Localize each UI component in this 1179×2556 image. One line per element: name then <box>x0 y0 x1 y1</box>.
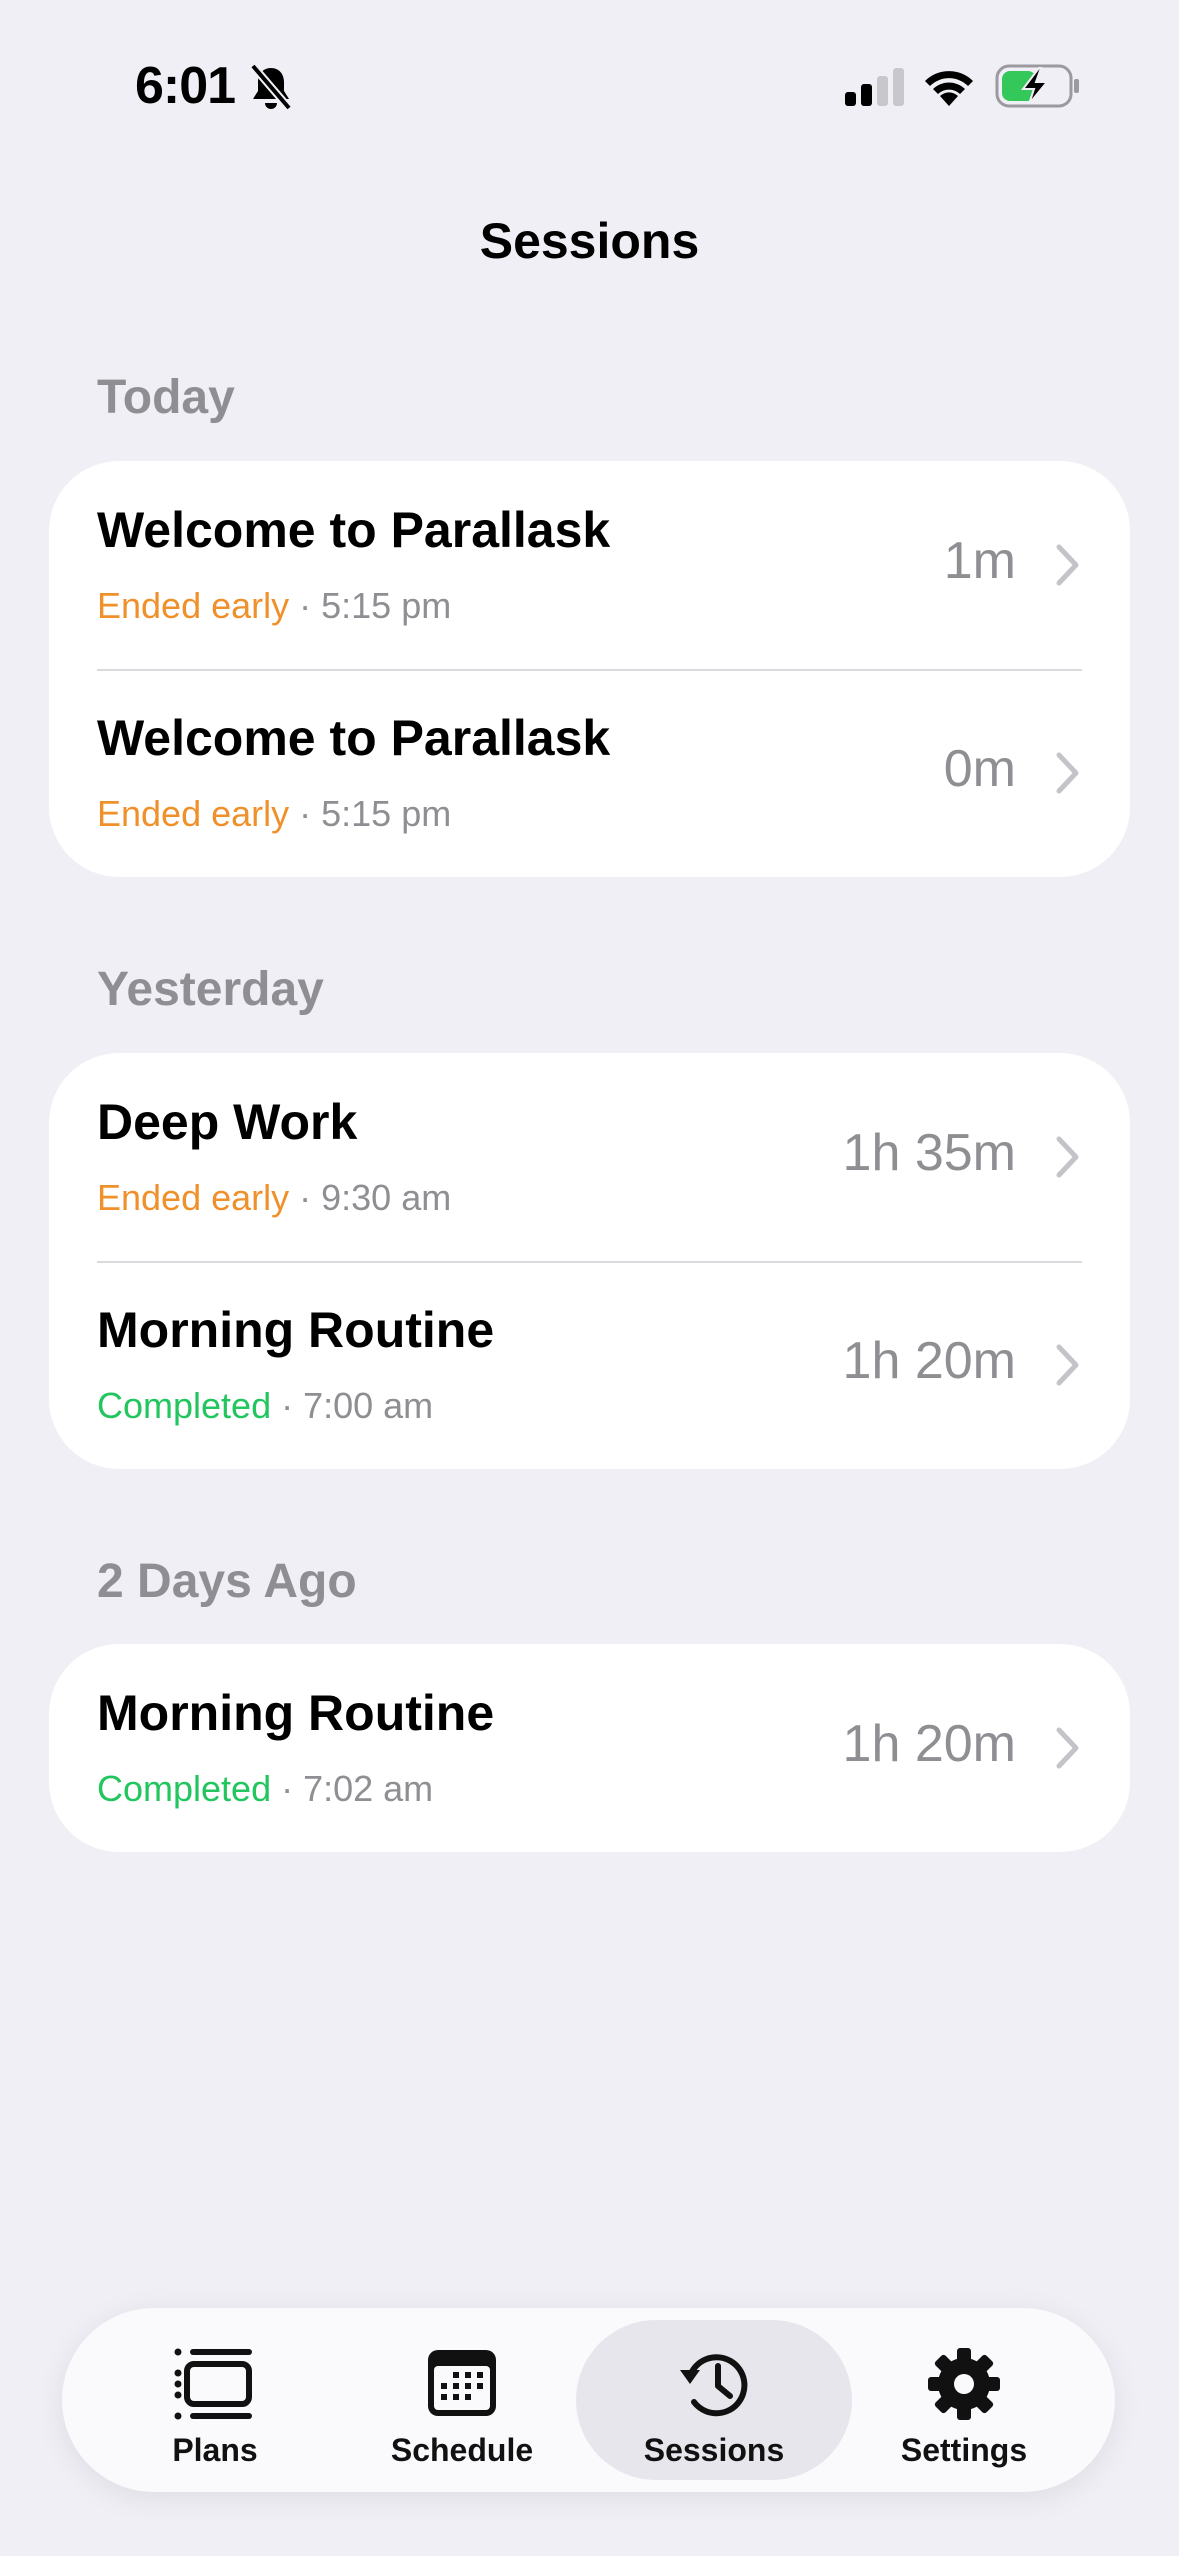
status-bar: 6:01 <box>0 0 1179 175</box>
session-duration: 1h 20m <box>842 1332 1016 1390</box>
session-status: Completed <box>97 1768 272 1809</box>
meta-separator: · <box>299 585 312 626</box>
tab-plans[interactable]: Plans <box>95 2308 335 2492</box>
chevron-right-icon <box>1056 1727 1079 1769</box>
tab-label: Plans <box>172 2432 258 2468</box>
gear-icon <box>928 2348 1000 2420</box>
meta-separator: · <box>299 793 312 834</box>
session-meta: Completed · 7:00 am <box>97 1385 433 1427</box>
session-row[interactable]: Welcome to Parallask Ended early · 5:15 pm… <box>49 669 1130 877</box>
calendar-icon <box>428 2350 496 2416</box>
session-duration: 1h 35m <box>842 1124 1016 1182</box>
status-time: 6:01 <box>135 57 236 115</box>
session-duration: 1m <box>943 532 1016 590</box>
cellular-signal-icon <box>845 68 904 106</box>
session-title: Morning Routine <box>97 1302 495 1358</box>
session-status: Ended early <box>97 585 290 626</box>
tab-label: Settings <box>900 2432 1028 2468</box>
history-icon <box>680 2354 748 2417</box>
tab-label: Sessions <box>643 2432 785 2468</box>
wifi-icon <box>925 71 973 106</box>
session-row[interactable]: Welcome to Parallask Ended early · 5:15 pm… <box>49 461 1130 669</box>
page-title: Sessions <box>479 213 700 269</box>
session-time: 7:02 am <box>303 1768 434 1809</box>
session-status: Completed <box>97 1385 272 1426</box>
session-status: Ended early <box>97 1177 290 1218</box>
section-header-today: Today <box>97 371 235 424</box>
session-duration: 1h 20m <box>842 1715 1016 1773</box>
meta-separator: · <box>299 1177 312 1218</box>
tab-label: Schedule <box>390 2432 534 2468</box>
session-list-card-today: Welcome to Parallask Ended early · 5:15 pm… <box>49 461 1130 877</box>
session-status: Ended early <box>97 793 290 834</box>
tab-sessions[interactable]: Sessions <box>576 2308 852 2492</box>
session-title: Welcome to Parallask <box>97 502 611 558</box>
plans-icon <box>174 2348 252 2420</box>
session-title: Morning Routine <box>97 1685 495 1741</box>
session-meta: Ended early · 5:15 pm <box>97 585 451 627</box>
battery-charging-icon <box>995 64 1079 108</box>
session-row[interactable]: Morning Routine Completed · 7:00 am 1h 20m <box>49 1261 1130 1469</box>
tab-bar: Plans Schedule Sessions Settings <box>62 2308 1115 2492</box>
chevron-right-icon <box>1056 1136 1079 1178</box>
session-meta: Ended early · 9:30 am <box>97 1177 451 1219</box>
session-row[interactable]: Deep Work Ended early · 9:30 am 1h 35m <box>49 1053 1130 1261</box>
session-meta: Completed · 7:02 am <box>97 1768 433 1810</box>
session-meta: Ended early · 5:15 pm <box>97 793 451 835</box>
session-time: 7:00 am <box>303 1385 434 1426</box>
meta-separator: · <box>281 1385 294 1426</box>
session-list-card-yesterday: Deep Work Ended early · 9:30 am 1h 35m Mor… <box>49 1053 1130 1469</box>
chevron-right-icon <box>1056 544 1079 586</box>
tab-settings[interactable]: Settings <box>844 2308 1084 2492</box>
bell-slash-icon <box>249 63 293 111</box>
section-header-2-days-ago: 2 Days Ago <box>97 1555 357 1608</box>
sessions-screen: 6:01 Sessions Today Welcome to Parallask… <box>0 0 1179 2556</box>
section-header-yesterday: Yesterday <box>97 963 324 1016</box>
session-time: 5:15 pm <box>321 793 452 834</box>
chevron-right-icon <box>1056 1344 1079 1386</box>
session-row[interactable]: Morning Routine Completed · 7:02 am 1h 20m <box>49 1644 1130 1852</box>
session-duration: 0m <box>943 740 1016 798</box>
meta-separator: · <box>281 1768 294 1809</box>
session-time: 5:15 pm <box>321 585 452 626</box>
session-title: Deep Work <box>97 1094 358 1150</box>
session-title: Welcome to Parallask <box>97 710 611 766</box>
session-time: 9:30 am <box>321 1177 452 1218</box>
chevron-right-icon <box>1056 752 1079 794</box>
tab-schedule[interactable]: Schedule <box>342 2308 582 2492</box>
session-list-card-2-days-ago: Morning Routine Completed · 7:02 am 1h 20m <box>49 1644 1130 1852</box>
